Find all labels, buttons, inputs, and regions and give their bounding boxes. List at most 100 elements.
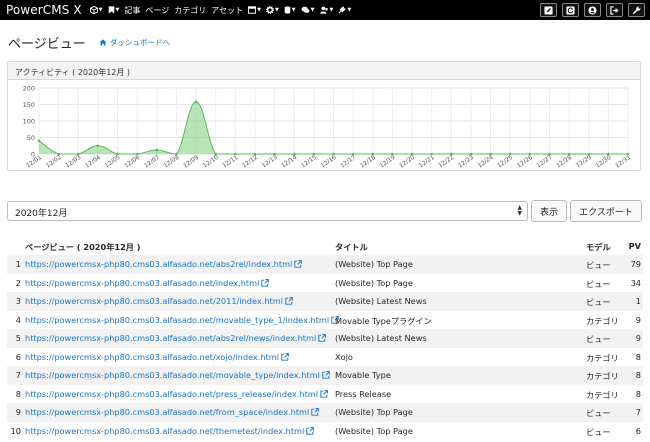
table-row: 5 https://powercmsx-php80.cms03.alfasado.… [7, 329, 643, 348]
x-tick-label: 12/23 [457, 154, 475, 170]
page-url-link[interactable]: https://powercmsx-php80.cms03.alfasado.n… [25, 315, 340, 325]
page-url-link[interactable]: https://powercmsx-php80.cms03.alfasado.n… [25, 370, 330, 380]
nav-plugins-menu[interactable]: ▼ [338, 6, 351, 14]
sign-out-button[interactable] [606, 3, 623, 17]
tools-button[interactable] [628, 3, 645, 17]
external-link-icon [322, 371, 330, 379]
nav-cube-menu[interactable]: ▼ [89, 6, 103, 14]
nav-assets[interactable]: アセット [211, 5, 243, 16]
page-title-cell: (Website) Latest News [335, 296, 427, 306]
plug-icon [338, 6, 347, 14]
table-row: 9 https://powercmsx-php80.cms03.alfasado.… [7, 403, 643, 422]
data-point [528, 152, 532, 156]
data-point [391, 152, 394, 156]
page-title-cell: (Website) Top Page [335, 407, 413, 417]
row-number: 3 [15, 296, 21, 306]
row-number: 1 [15, 259, 21, 269]
page-url-link[interactable]: https://powercmsx-php80.cms03.alfasado.n… [25, 389, 328, 399]
table-row: 6 https://powercmsx-php80.cms03.alfasado.… [7, 348, 643, 367]
x-tick-label: 12/21 [418, 154, 436, 170]
row-number: 8 [15, 388, 21, 399]
pv-cell: 8 [635, 370, 641, 380]
x-tick-label: 12/18 [359, 154, 377, 170]
nav-categories[interactable]: カテゴリ [174, 5, 206, 16]
x-tick-label: 12/05 [103, 154, 121, 170]
x-tick-label: 12/19 [378, 154, 396, 170]
page-url-text: https://powercmsx-php80.cms03.alfasado.n… [25, 388, 319, 399]
show-button[interactable]: 表示 [531, 200, 567, 222]
export-button[interactable]: エクスポート [570, 200, 642, 222]
nav-window-menu[interactable]: ▼ [248, 6, 261, 14]
users-icon [319, 6, 328, 14]
data-point [626, 152, 630, 156]
month-select[interactable]: 2020年12月 ▲ ▼ [7, 201, 528, 221]
model-cell: ビュー [586, 297, 611, 307]
data-point [155, 148, 159, 152]
x-tick-label: 12/16 [319, 154, 337, 170]
nav-articles[interactable]: 記事 [124, 5, 140, 16]
external-link-icon [306, 426, 315, 435]
nav-database-menu[interactable]: ▼ [284, 6, 296, 14]
x-tick-label: 12/03 [64, 154, 82, 170]
page-title-cell: (Website) Latest News [335, 333, 427, 343]
data-point [214, 152, 217, 156]
column-header-pv: PV [628, 241, 641, 251]
profile-button[interactable] [584, 3, 601, 17]
pv-cell: 9 [635, 314, 641, 325]
dashboard-link[interactable]: ダッシュボードへ [99, 37, 170, 48]
page-title-cell: (Website) Top Page [335, 277, 413, 288]
x-tick-label: 12/29 [575, 154, 593, 170]
model-cell: ビュー [586, 260, 611, 270]
data-point [292, 152, 296, 156]
page-url-link[interactable]: https://powercmsx-php80.cms03.alfasado.n… [25, 259, 303, 269]
model-cell: ビュー [586, 408, 611, 418]
x-tick-label: 12/07 [143, 154, 161, 170]
activity-chart: 05010015020012/01 12/02 12/03 12/04 12/05 12/… [23, 85, 633, 170]
nav-comments-menu[interactable]: ▼ [301, 6, 315, 14]
x-tick-label: 12/30 [594, 154, 612, 170]
data-point [234, 152, 237, 156]
page-url-link[interactable]: https://powercmsx-php80.cms03.alfasado.n… [25, 426, 315, 436]
row-number: 6 [15, 351, 21, 362]
x-tick-label: 12/22 [437, 154, 455, 170]
table-row: 1 https://powercmsx-php80.cms03.alfasado.… [7, 255, 643, 274]
row-number: 5 [15, 333, 21, 343]
nav-pages[interactable]: ページ [145, 5, 169, 16]
edit-button[interactable] [540, 3, 557, 17]
wrench-icon [632, 6, 641, 14]
x-tick-label: 12/13 [261, 154, 279, 170]
table-row: 4 https://powercmsx-php80.cms03.alfasado.… [7, 311, 643, 330]
database-icon [284, 6, 291, 14]
home-icon [99, 39, 107, 46]
data-point [37, 139, 41, 143]
page-title-cell: (Website) Top Page [335, 425, 413, 436]
external-link-icon [261, 278, 270, 287]
pv-cell: 8 [635, 388, 641, 399]
model-cell: カテゴリ [586, 389, 619, 400]
page-url-text: https://powercmsx-php80.cms03.alfasado.n… [25, 351, 280, 362]
page-url-link[interactable]: https://powercmsx-php80.cms03.alfasado.n… [25, 352, 289, 362]
pv-cell: 9 [635, 333, 641, 343]
page-url-link[interactable]: https://powercmsx-php80.cms03.alfasado.n… [25, 333, 327, 343]
page-url-link[interactable]: https://powercmsx-php80.cms03.alfasado.n… [25, 407, 320, 417]
page-url-link[interactable]: https://powercmsx-php80.cms03.alfasado.n… [25, 277, 270, 288]
external-link-icon [285, 297, 293, 305]
nav-bookmark-menu[interactable]: ▼ [108, 6, 119, 14]
page-url-text: https://powercmsx-php80.cms03.alfasado.n… [25, 277, 260, 288]
comments-icon [301, 6, 310, 13]
column-header-model: モデル [586, 242, 611, 252]
page-title-cell: Movable Type [335, 370, 391, 380]
x-tick-label: 12/20 [398, 154, 416, 170]
model-cell: ビュー [586, 334, 611, 344]
page-title-cell: Press Release [335, 388, 392, 399]
page-title-cell: Xojo [335, 351, 353, 362]
model-cell: カテゴリ [586, 371, 619, 381]
data-point [607, 152, 610, 156]
data-point [489, 152, 492, 156]
refresh-button[interactable] [562, 3, 579, 17]
app-brand[interactable]: PowerCMS X [0, 3, 82, 17]
page-title-cell: (Website) Top Page [335, 259, 413, 269]
page-url-link[interactable]: https://powercmsx-php80.cms03.alfasado.n… [25, 296, 293, 306]
nav-users-menu[interactable]: ▼ [319, 6, 333, 14]
nav-settings-menu[interactable]: ▼ [265, 6, 279, 14]
